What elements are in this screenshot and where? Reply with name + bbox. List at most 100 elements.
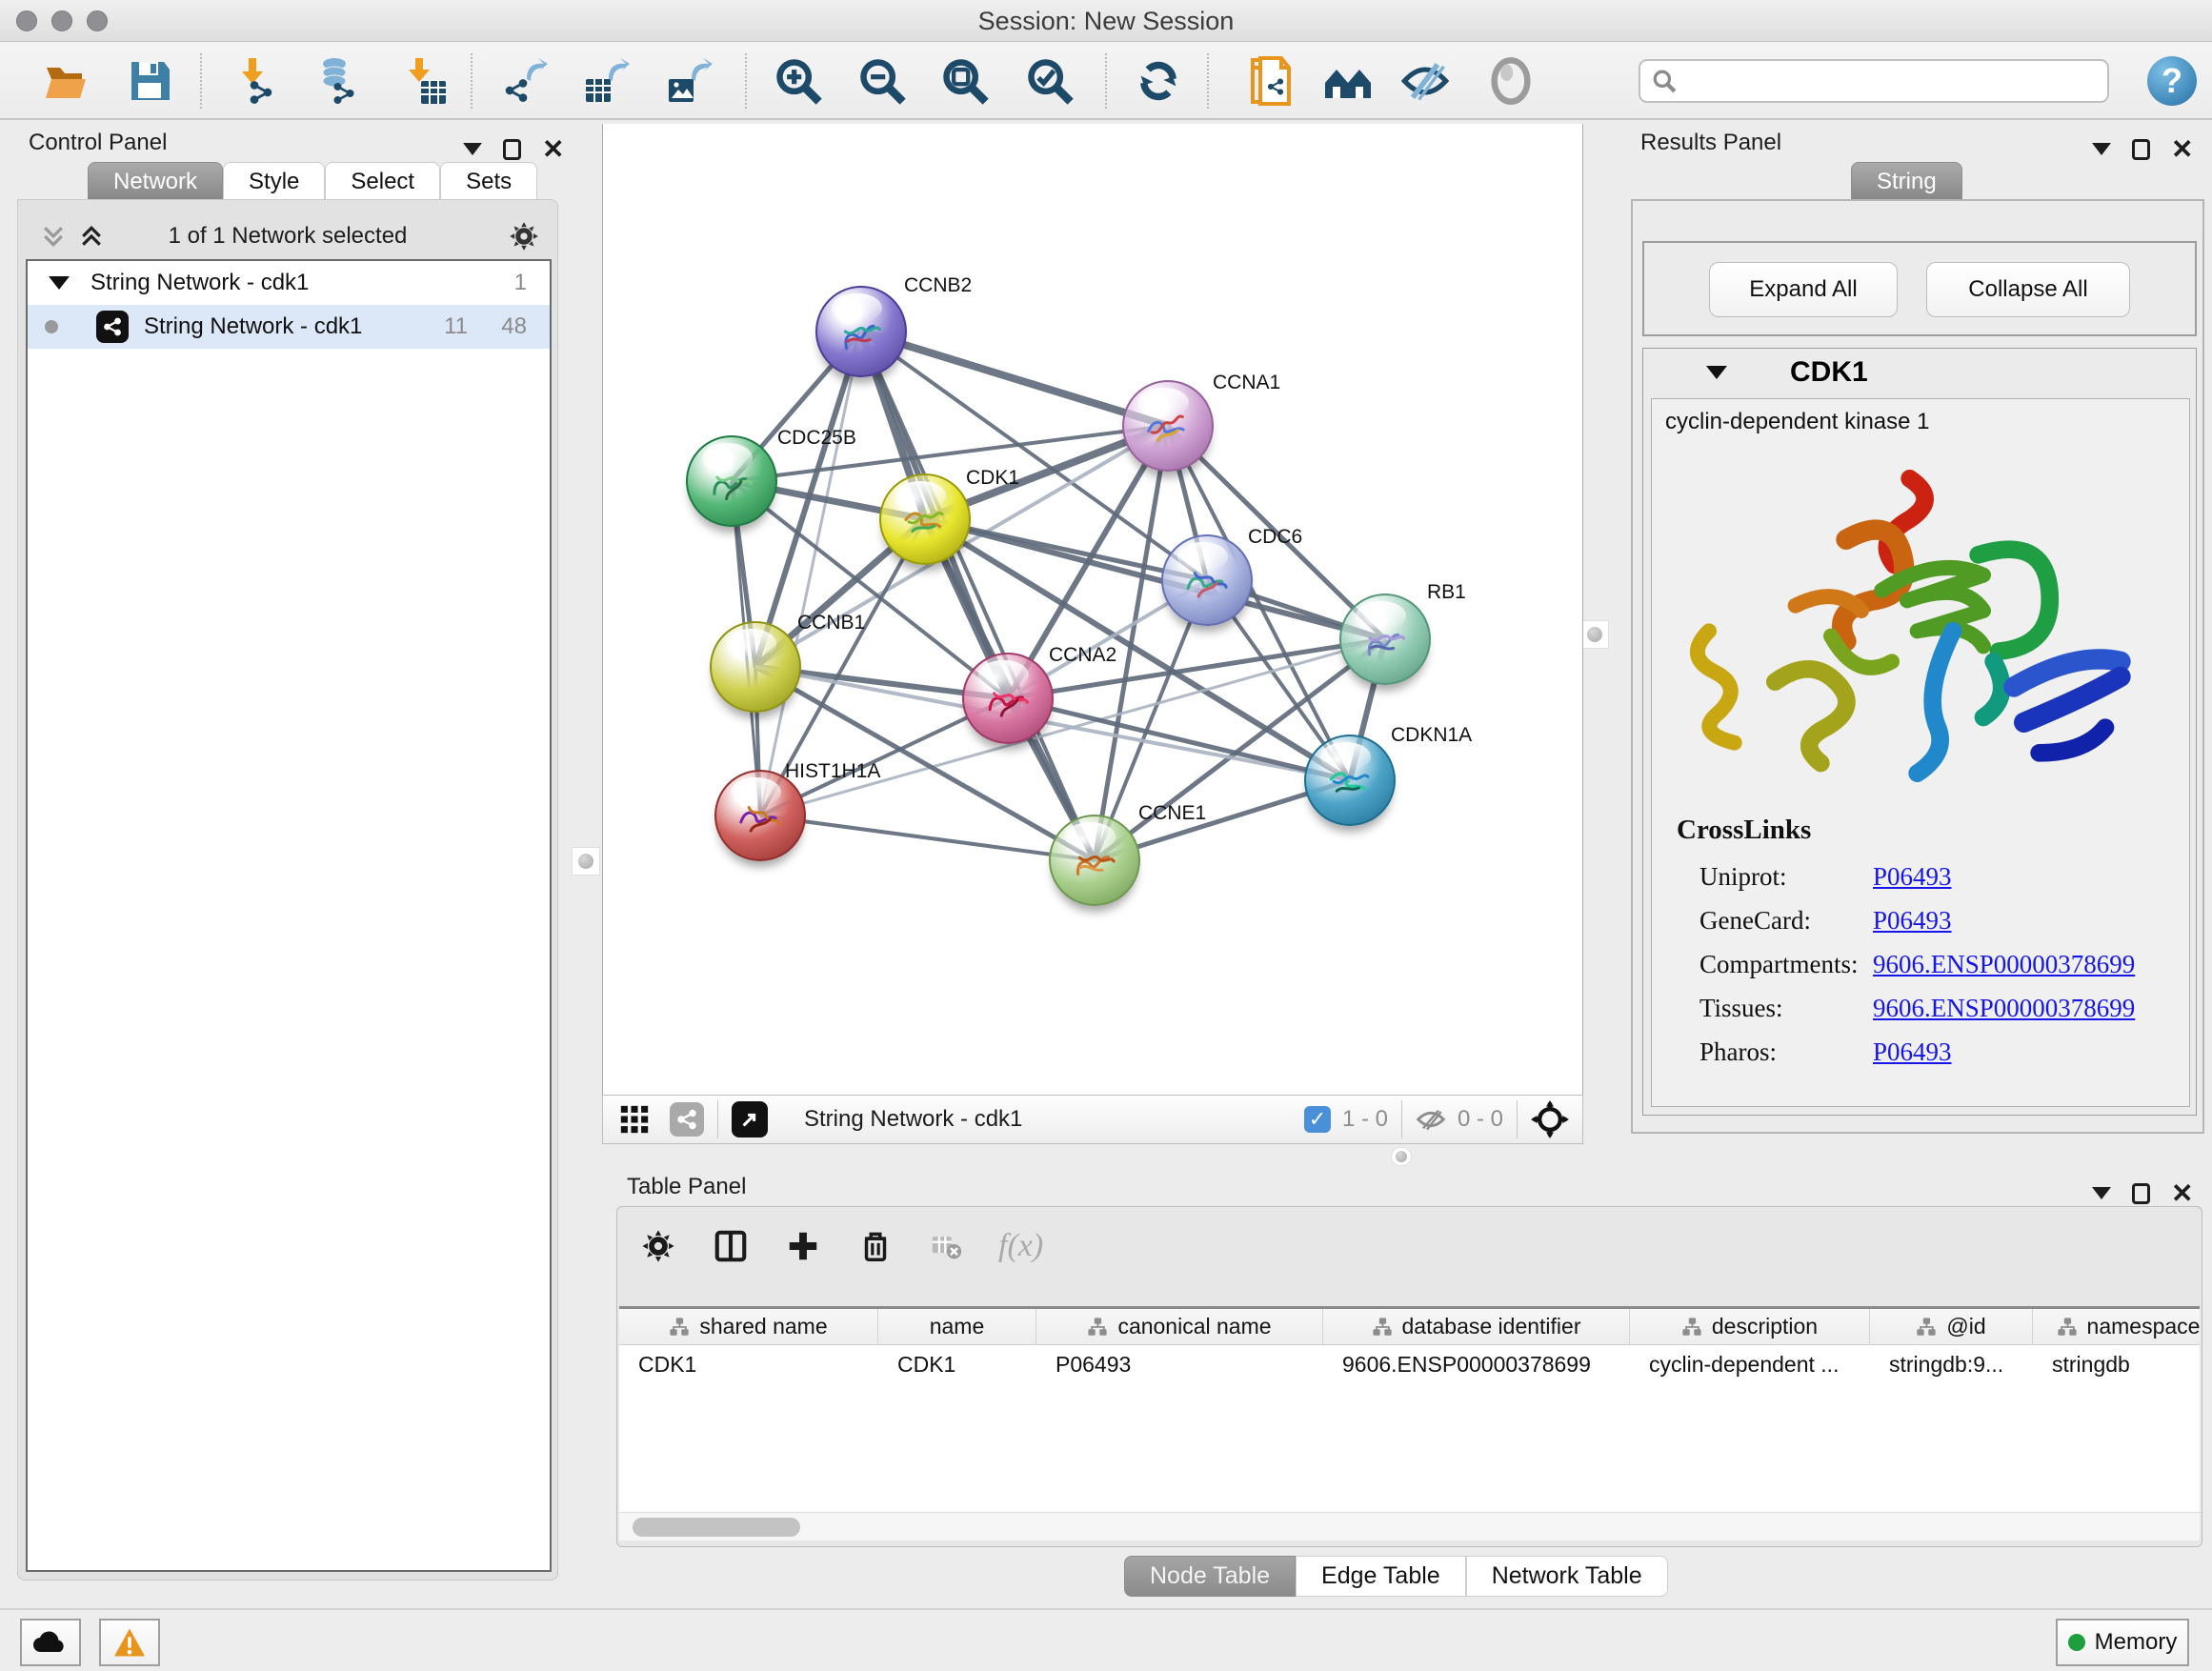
node-cdc25b[interactable] [686,435,777,527]
tab-sets[interactable]: Sets [440,162,537,200]
hidden-node-edge-counts: 0 - 0 [1458,1106,1503,1133]
tab-select[interactable]: Select [325,162,440,200]
node-label-ccna1: CCNA1 [1213,372,1280,394]
main-toolbar: ? [0,42,2212,120]
warnings-button[interactable] [99,1619,160,1666]
search-input[interactable] [1639,59,2109,103]
float-panel-icon[interactable] [503,139,521,160]
birds-eye-crosshair-icon[interactable] [1531,1100,1569,1138]
import-network-button[interactable] [231,54,285,108]
show-columns-icon[interactable] [713,1228,749,1264]
save-session-button[interactable] [124,54,177,108]
tab-string[interactable]: String [1851,162,1962,200]
scrollbar-thumb[interactable] [633,1518,800,1537]
node-cdc6[interactable] [1161,534,1253,626]
tab-edge-table[interactable]: Edge Table [1296,1556,1466,1597]
tab-node-table[interactable]: Node Table [1124,1556,1296,1597]
node-ccnb2[interactable] [815,286,907,377]
close-panel-icon[interactable]: ✕ [2171,133,2193,165]
delete-column-trash-icon[interactable] [857,1228,894,1264]
float-panel-icon[interactable] [2132,1183,2150,1204]
import-table-button[interactable] [398,54,452,108]
column-header[interactable]: namespace [2033,1309,2212,1344]
collection-count: 1 [514,270,527,296]
network-document-button[interactable] [1243,54,1297,108]
panel-menu-icon[interactable] [2092,1187,2111,1199]
expand-all-button[interactable]: Expand All [1709,262,1898,317]
gene-section-header[interactable]: CDK1 [1643,349,2196,396]
vertical-splitter-handle[interactable] [1580,620,1609,649]
table-tabs: Node Table Edge Table Network Table [1124,1556,1668,1597]
table-settings-gear-icon[interactable] [640,1228,676,1264]
zoom-selected-button[interactable] [1023,54,1076,108]
hide-selected-button[interactable] [1398,54,1452,108]
zoom-fit-button[interactable] [938,54,992,108]
node-rb1[interactable] [1339,594,1431,685]
column-header[interactable]: canonical name [1036,1309,1323,1344]
column-type-icon [2057,1317,2078,1338]
grid-view-icon[interactable] [618,1103,651,1136]
node-hist1h1a[interactable] [714,770,806,861]
export-table-button[interactable] [580,54,633,108]
node-label-ccnb1: CCNB1 [797,612,865,634]
column-header[interactable]: name [878,1309,1036,1344]
crosslink-genecard[interactable]: P06493 [1873,906,1952,936]
network-collection-row[interactable]: String Network - cdk1 1 [28,261,550,305]
memory-button[interactable]: Memory [2056,1619,2189,1666]
home-button[interactable] [1321,54,1375,108]
vertical-splitter-handle[interactable] [572,847,600,876]
tab-style[interactable]: Style [223,162,325,200]
collection-expand-icon[interactable] [49,276,70,290]
tab-network[interactable]: Network [88,162,223,200]
node-ccne1[interactable] [1049,815,1140,906]
crosslink-label: Uniprot: [1699,862,1787,892]
open-session-button[interactable] [40,54,93,108]
cloud-button[interactable] [20,1619,81,1666]
tab-network-table[interactable]: Network Table [1466,1556,1668,1597]
results-panel-body: Expand All Collapse All CDK1 cyclin-depe… [1631,199,2204,1134]
column-header[interactable]: shared name [619,1309,878,1344]
crosslink-tissues[interactable]: 9606.ENSP00000378699 [1873,994,2135,1023]
export-image-button[interactable] [663,54,716,108]
crosslink-compartments[interactable]: 9606.ENSP00000378699 [1873,950,2135,979]
column-header[interactable]: database identifier [1323,1309,1630,1344]
float-panel-icon[interactable] [2132,139,2150,160]
close-panel-icon[interactable]: ✕ [542,133,564,165]
node-gloss [726,629,776,658]
column-header[interactable]: description [1630,1309,1870,1344]
collapse-all-button[interactable]: Collapse All [1926,262,2130,317]
zoom-out-button[interactable] [855,54,909,108]
horizontal-splitter-handle[interactable] [1391,1147,1412,1166]
export-network-button[interactable] [498,54,552,108]
import-database-button[interactable] [312,54,365,108]
crosslink-pharos[interactable]: P06493 [1873,1037,1952,1067]
network-overview-icon[interactable] [670,1102,704,1137]
table-row[interactable]: CDK1 CDK1 P06493 9606.ENSP00000378699 cy… [619,1345,2200,1383]
column-header[interactable]: @id [1870,1309,2033,1344]
network-row-selected[interactable]: String Network - cdk1 11 48 [28,305,550,349]
network-options-gear-icon[interactable] [508,220,540,252]
crosslink-uniprot[interactable]: P06493 [1873,862,1952,892]
horizontal-scrollbar[interactable] [619,1512,2200,1540]
help-button[interactable]: ? [2147,56,2197,106]
panel-menu-icon[interactable] [463,143,482,155]
panel-menu-icon[interactable] [2092,143,2111,155]
memory-status-dot [2068,1634,2085,1651]
close-panel-icon[interactable]: ✕ [2171,1178,2193,1209]
detach-view-icon[interactable] [732,1101,768,1137]
zoom-in-button[interactable] [772,54,825,108]
hidden-eye-icon[interactable] [1416,1104,1446,1135]
section-collapse-icon[interactable] [1706,366,1727,379]
refresh-button[interactable] [1132,54,1185,108]
selected-checkbox-icon[interactable]: ✓ [1304,1106,1331,1133]
node-cdk1[interactable] [879,473,971,565]
node-ccnb1[interactable] [710,621,801,713]
node-ccna1[interactable] [1122,380,1214,472]
node-ccna2[interactable] [962,653,1054,744]
node-cdkn1a[interactable] [1304,735,1396,826]
show-all-button[interactable] [1484,54,1538,108]
protein-structure-thumbnail [1316,750,1384,811]
add-column-icon[interactable] [785,1228,821,1264]
toolbar-separator [717,1100,718,1138]
network-canvas[interactable]: CCNB2CCNA1CDC25BCDK1CDC6RB1CCNB1CCNA2CDK… [602,124,1583,1095]
